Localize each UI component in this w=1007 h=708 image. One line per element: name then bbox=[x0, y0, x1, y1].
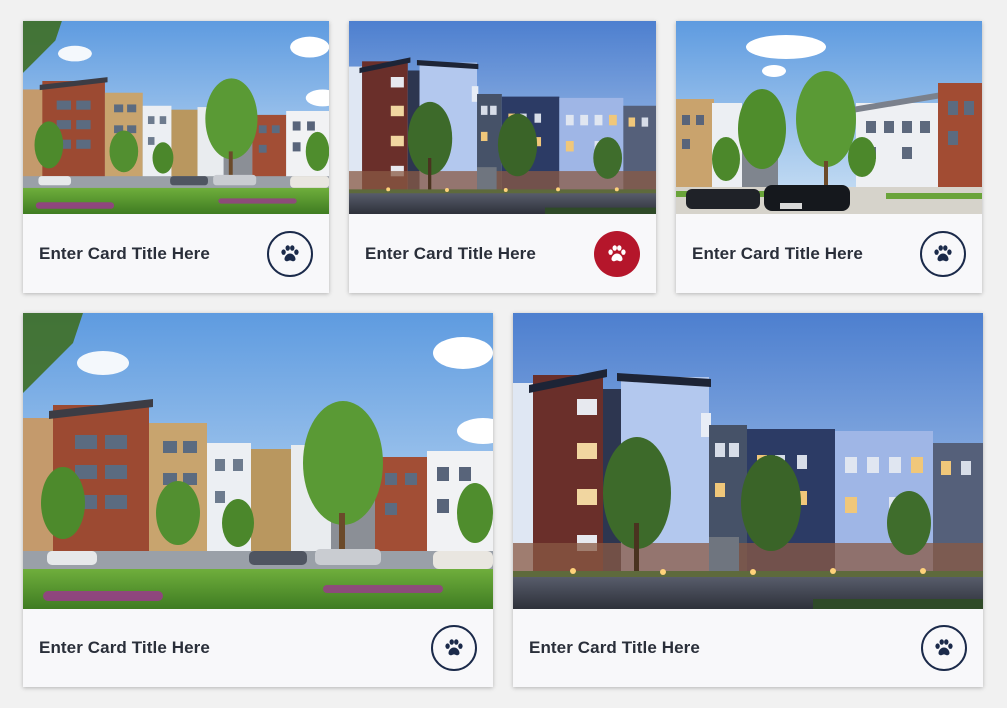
card-image[interactable] bbox=[349, 21, 656, 214]
apartment-rendering-image bbox=[23, 21, 329, 214]
card-title: Enter Card Title Here bbox=[365, 243, 536, 263]
pet-friendly-button[interactable] bbox=[267, 230, 313, 277]
paw-icon bbox=[279, 243, 301, 265]
apartment-rendering-image bbox=[676, 21, 982, 214]
card-title: Enter Card Title Here bbox=[39, 243, 210, 263]
paw-icon bbox=[933, 637, 955, 659]
card[interactable]: Enter Card Title Here bbox=[513, 313, 983, 687]
paw-icon bbox=[932, 243, 954, 265]
apartment-rendering-image bbox=[513, 313, 983, 609]
apartment-rendering-image bbox=[23, 313, 493, 609]
card-image[interactable] bbox=[23, 21, 329, 214]
pet-friendly-button[interactable] bbox=[921, 625, 967, 671]
paw-icon bbox=[443, 637, 465, 659]
card-image[interactable] bbox=[513, 313, 983, 609]
card-footer: Enter Card Title Here bbox=[23, 214, 329, 293]
card-title: Enter Card Title Here bbox=[692, 243, 863, 263]
card[interactable]: Enter Card Title Here bbox=[349, 21, 656, 293]
card-footer: Enter Card Title Here bbox=[23, 609, 493, 687]
pet-friendly-button[interactable] bbox=[920, 230, 966, 277]
card[interactable]: Enter Card Title Here bbox=[23, 21, 329, 293]
card-image[interactable] bbox=[23, 313, 493, 609]
pet-friendly-button[interactable] bbox=[431, 625, 477, 671]
card[interactable]: Enter Card Title Here bbox=[676, 21, 982, 293]
pet-friendly-button[interactable] bbox=[594, 230, 640, 277]
card[interactable]: Enter Card Title Here bbox=[23, 313, 493, 687]
card-image[interactable] bbox=[676, 21, 982, 214]
paw-icon bbox=[606, 243, 628, 265]
card-footer: Enter Card Title Here bbox=[513, 609, 983, 687]
card-title: Enter Card Title Here bbox=[529, 638, 700, 657]
apartment-rendering-image bbox=[349, 21, 656, 214]
card-footer: Enter Card Title Here bbox=[349, 214, 656, 293]
card-footer: Enter Card Title Here bbox=[676, 214, 982, 293]
card-title: Enter Card Title Here bbox=[39, 638, 210, 657]
